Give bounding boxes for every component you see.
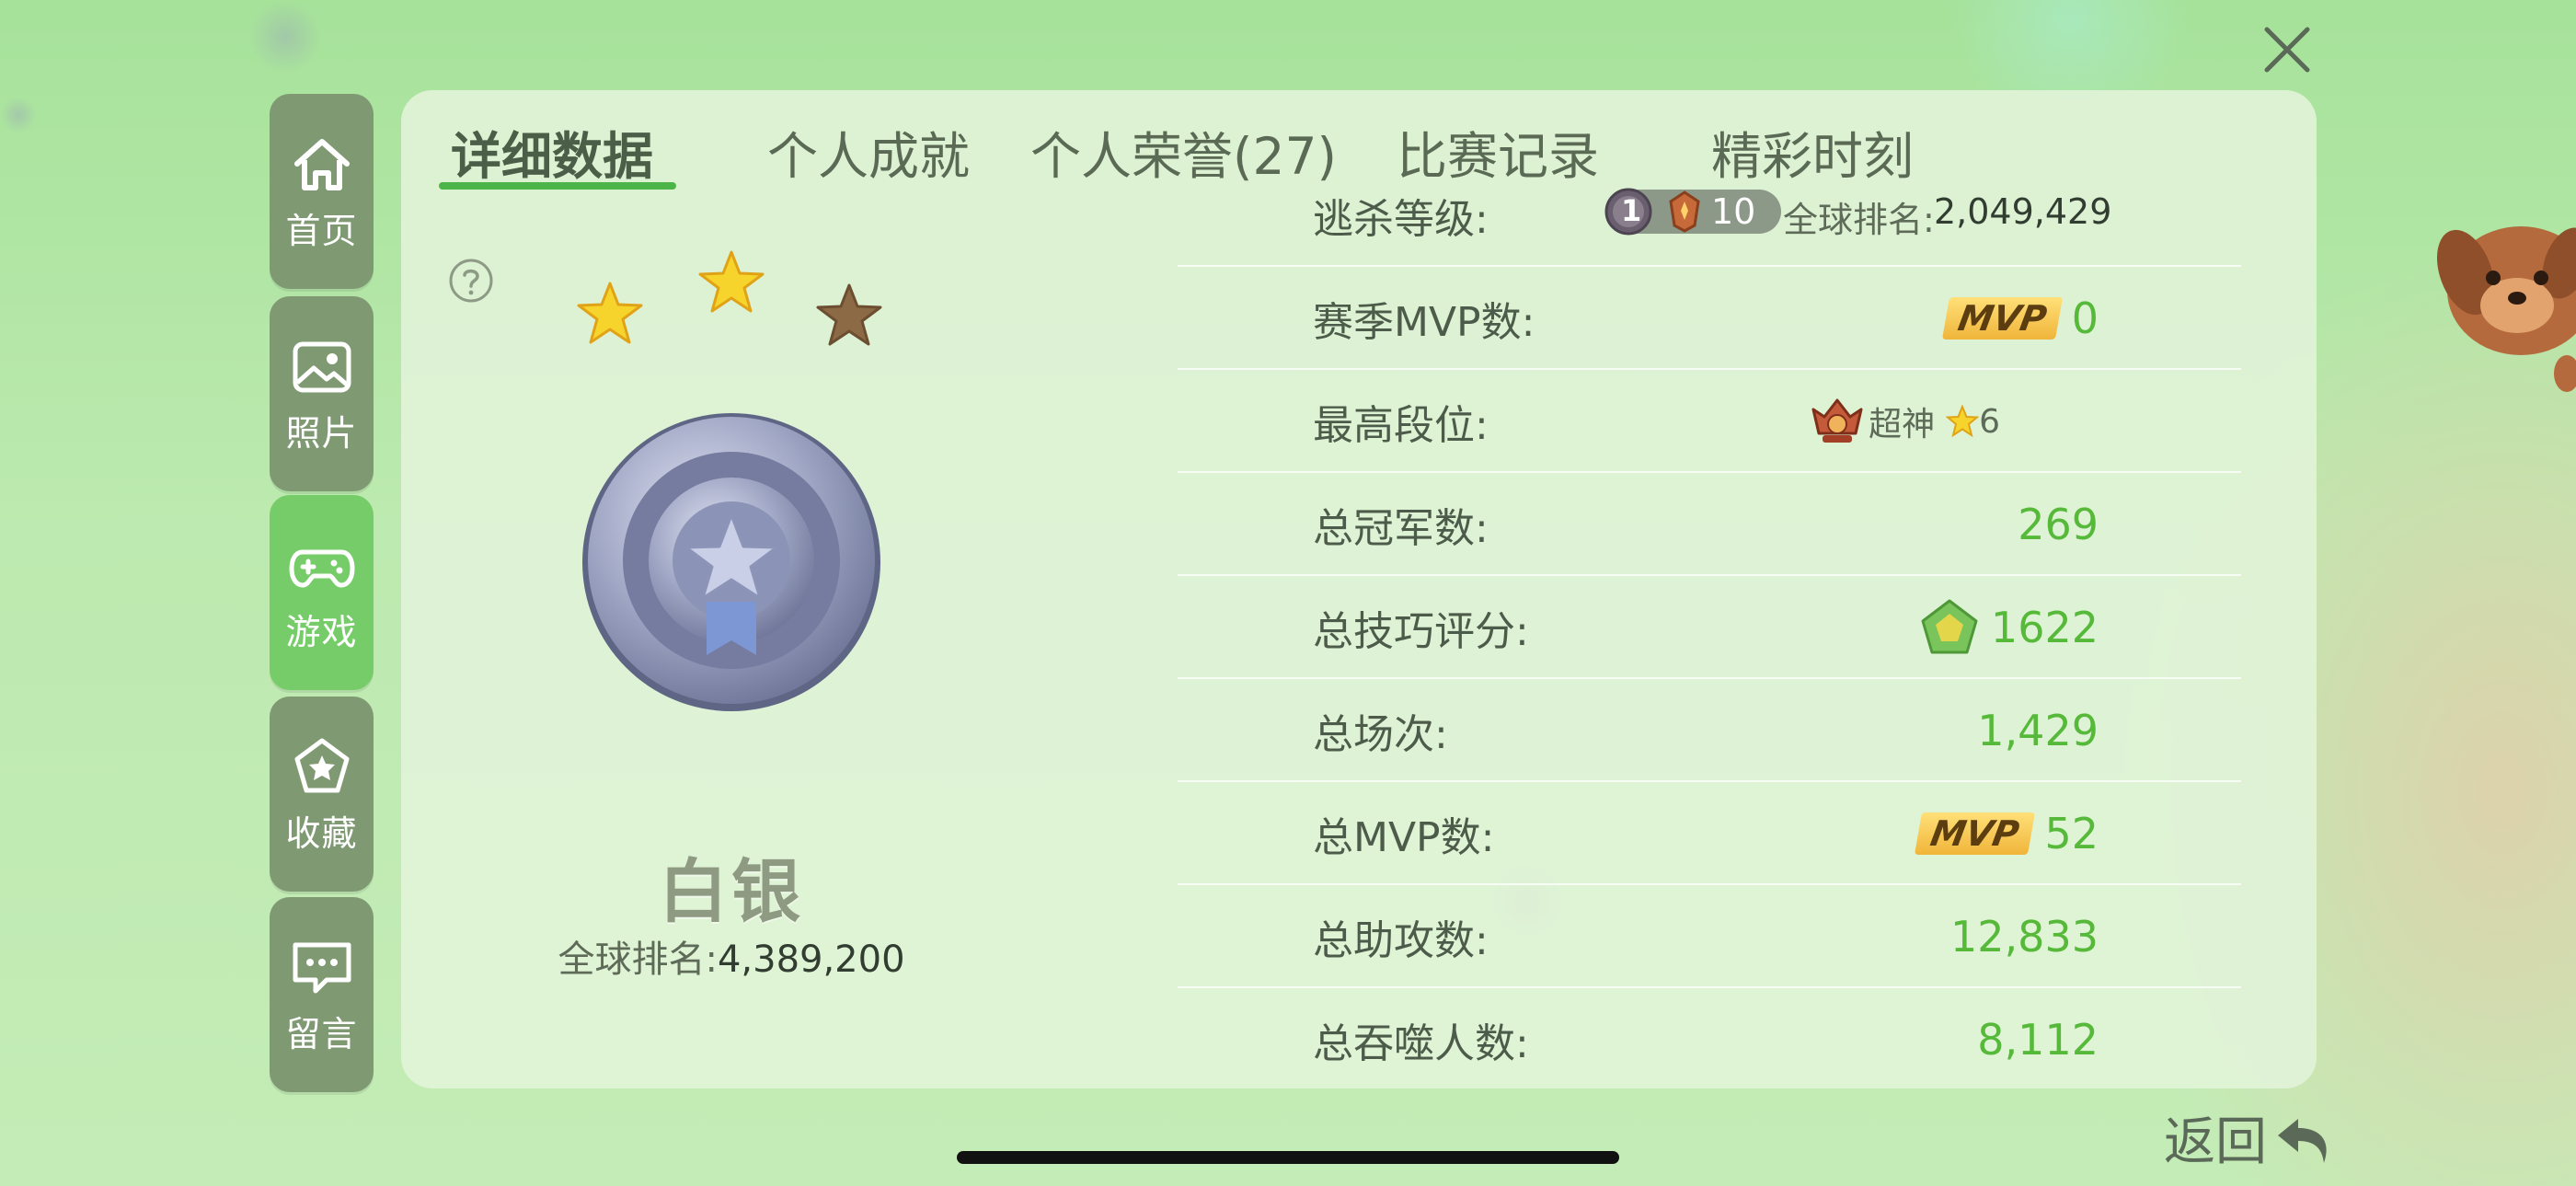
level-medal-number: 1 xyxy=(1621,193,1642,228)
dog-mascot-icon[interactable] xyxy=(2429,208,2576,410)
sidebar-item-photos[interactable]: 照片 xyxy=(270,296,374,491)
silver-rank-medal-icon xyxy=(582,413,880,711)
tier-stars-count: 6 xyxy=(1979,402,2000,441)
escape-global-label: 全球排名: xyxy=(1783,200,1935,240)
stat-value: 1622 xyxy=(1990,603,2099,652)
gamepad-icon xyxy=(289,549,354,587)
stat-label: 总冠军数: xyxy=(1313,505,1489,552)
stat-label: 赛季MVP数: xyxy=(1313,299,1535,346)
rank-global-ranking: 全球排名:4,389,200 xyxy=(515,929,948,983)
stat-row-total-skill: 总技巧评分: 1622 xyxy=(1178,576,2241,679)
stat-row-total-assists: 总助攻数: 12,833 xyxy=(1178,885,2241,988)
stat-label: 最高段位: xyxy=(1313,402,1489,449)
back-arrow-icon xyxy=(2278,1118,2327,1163)
rank-global-value: 4,389,200 xyxy=(717,938,905,981)
home-icon xyxy=(293,138,350,190)
stat-row-total-devoured: 总吞噬人数: 8,112 xyxy=(1178,988,2241,1091)
stat-value: 269 xyxy=(2018,500,2099,549)
stat-value: 0 xyxy=(2071,294,2099,343)
mvp-badge: MVP xyxy=(1915,812,2036,855)
escape-level-badge: 1 10 xyxy=(1604,188,1781,236)
mvp-badge: MVP xyxy=(1941,297,2063,340)
photo-icon xyxy=(293,341,351,392)
stat-value: 52 xyxy=(2044,809,2099,858)
stat-value: 1,429 xyxy=(1977,706,2099,755)
close-icon[interactable] xyxy=(2254,17,2320,83)
stat-row-total-matches: 总场次: 1,429 xyxy=(1178,679,2241,782)
back-label: 返回 xyxy=(2164,1112,2267,1172)
sidebar-item-label: 收藏 xyxy=(285,812,358,854)
stat-label: 总技巧评分: xyxy=(1313,608,1529,655)
rank-star-filled-icon xyxy=(577,282,643,344)
star-bookmark-icon xyxy=(294,738,349,792)
message-icon xyxy=(293,942,351,993)
stat-label: 总吞噬人数: xyxy=(1313,1020,1529,1067)
escape-level-value: 10 xyxy=(1711,191,1756,232)
sidebar-item-label: 游戏 xyxy=(285,611,358,652)
tier-name: 超神 xyxy=(1869,406,1936,443)
rank-tier-name: 白银 xyxy=(658,851,804,932)
skill-gem-icon xyxy=(1921,599,1978,654)
tab-achievements[interactable]: 个人成就 xyxy=(767,115,970,189)
stat-row-escape-level: 逃杀等级: 1 10 全球排名: 2,049,429 xyxy=(1178,164,2241,267)
tier-star-icon xyxy=(1946,405,1980,438)
stat-label: 总场次: xyxy=(1313,711,1448,758)
sidebar-item-games[interactable]: 游戏 xyxy=(270,495,374,690)
sidebar-item-home[interactable]: 首页 xyxy=(270,94,374,289)
rank-star-filled-icon xyxy=(698,250,765,313)
stat-value: 12,833 xyxy=(1950,912,2099,961)
stat-label: 逃杀等级: xyxy=(1313,196,1489,243)
rank-global-label: 全球排名: xyxy=(558,938,718,981)
sidebar-item-label: 首页 xyxy=(285,210,358,251)
sidebar-item-favorites[interactable]: 收藏 xyxy=(270,697,374,892)
super-god-tier-icon xyxy=(1811,398,1863,443)
sidebar-item-label: 留言 xyxy=(285,1013,358,1054)
stat-row-highest-tier: 最高段位: 超神 6 xyxy=(1178,370,2241,473)
escape-tier-icon xyxy=(1669,190,1700,233)
sidebar-item-messages[interactable]: 留言 xyxy=(270,897,374,1092)
rank-star-empty-icon xyxy=(816,283,882,346)
sidebar-item-label: 照片 xyxy=(285,412,358,454)
stat-row-total-champions: 总冠军数: 269 xyxy=(1178,473,2241,576)
back-button[interactable]: 返回 xyxy=(2164,1100,2335,1175)
home-indicator[interactable] xyxy=(957,1151,1619,1164)
stat-row-season-mvp: 赛季MVP数: MVP 0 xyxy=(1178,267,2241,370)
tab-active-indicator xyxy=(439,182,676,190)
stat-row-total-mvp: 总MVP数: MVP 52 xyxy=(1178,782,2241,885)
stat-value: 8,112 xyxy=(1977,1015,2099,1065)
escape-global-value: 2,049,429 xyxy=(1934,191,2112,232)
stat-label: 总MVP数: xyxy=(1313,814,1495,861)
stat-label: 总助攻数: xyxy=(1313,917,1489,964)
help-icon[interactable] xyxy=(448,258,494,304)
tab-detailed-data[interactable]: 详细数据 xyxy=(451,115,653,189)
